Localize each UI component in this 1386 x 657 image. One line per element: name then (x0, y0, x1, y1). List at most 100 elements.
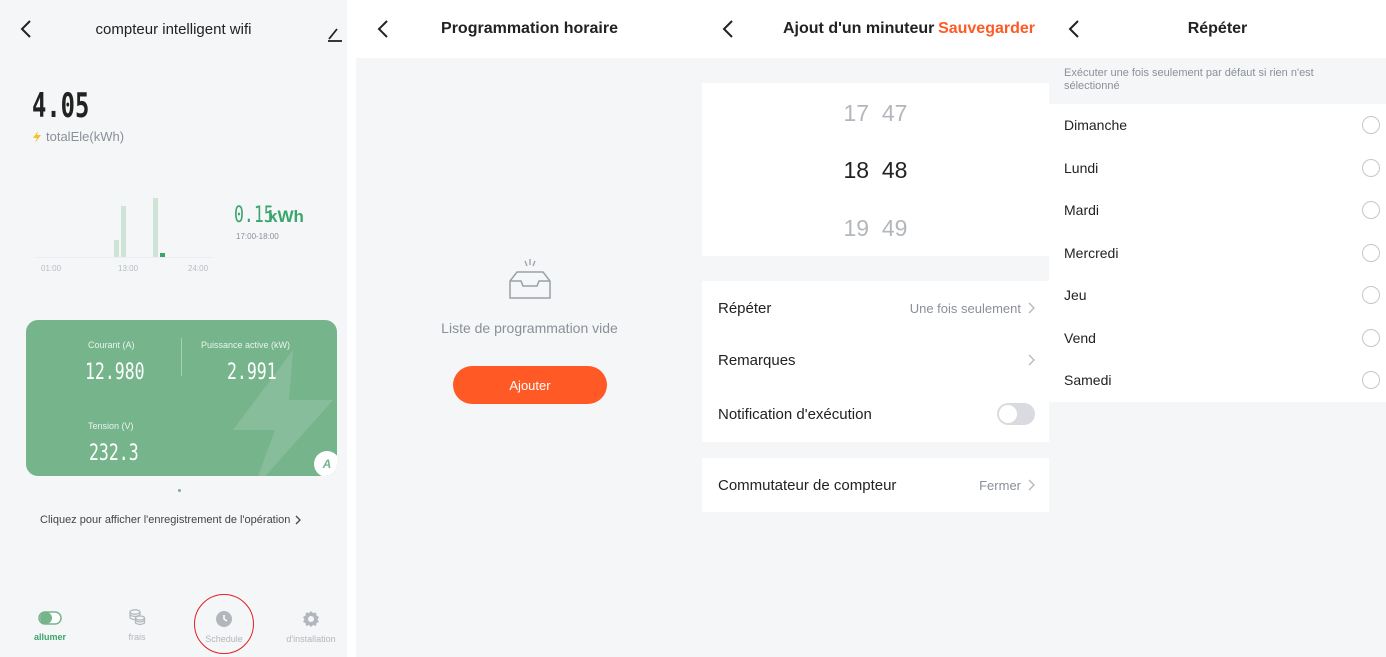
picker-hour: 19 (843, 215, 870, 241)
auto-badge[interactable]: A (314, 451, 337, 476)
picker-row[interactable]: 17 47 (702, 100, 1049, 127)
day-radio[interactable] (1362, 244, 1380, 262)
picker-hour: 17 (843, 100, 870, 126)
chevron-right-icon (295, 515, 302, 525)
page-indicator-dot (178, 489, 181, 492)
chart-reading-value: 0.15 (234, 203, 274, 228)
chart-reading: 0.15 kWh (234, 203, 304, 228)
back-arrow-icon[interactable] (718, 18, 740, 40)
day-radio[interactable] (1362, 116, 1380, 134)
picker-hour: 18 (843, 157, 870, 183)
meter-switch-label: Commutateur de compteur (718, 476, 897, 494)
day-radio[interactable] (1362, 329, 1380, 347)
day-label: Mardi (1064, 202, 1100, 218)
operation-record-link-text: Cliquez pour afficher l'enregistrement d… (40, 514, 291, 526)
meter-switch-value: Fermer (979, 477, 1021, 493)
tab-allumer[interactable]: allumer (15, 610, 85, 642)
day-label: Vend (1064, 330, 1096, 346)
day-radio[interactable] (1362, 201, 1380, 219)
add-schedule-button[interactable]: Ajouter (453, 366, 607, 404)
repeat-title: Répéter (1187, 20, 1248, 37)
meter-title: compteur intelligent wifi (95, 20, 252, 38)
chevron-right-icon (1028, 479, 1035, 491)
day-row[interactable]: Dimanche (1064, 104, 1386, 146)
picker-minute: 48 (881, 157, 908, 183)
x-tick: 13:00 (118, 264, 139, 273)
total-energy-label-row: totalEle(kWh) (32, 129, 124, 144)
day-row[interactable]: Lundi (1064, 147, 1386, 189)
day-row[interactable]: Vend (1064, 317, 1386, 359)
timer-settings-group: Répéter Une fois seulement Remarques Not… (702, 281, 1049, 442)
voltage-value: 232.3 (89, 441, 139, 466)
back-arrow-icon[interactable] (1064, 18, 1086, 40)
repeat-row[interactable]: Répéter Une fois seulement (718, 291, 1035, 325)
picker-minute: 49 (881, 215, 908, 241)
notification-row: Notification d'exécution (718, 397, 1035, 431)
day-radio[interactable] (1362, 159, 1380, 177)
day-row[interactable]: Mardi (1064, 189, 1386, 231)
tab-label: allumer (33, 632, 66, 642)
chart-bar (153, 198, 158, 258)
day-row[interactable]: Jeu (1064, 274, 1386, 316)
day-radio[interactable] (1362, 286, 1380, 304)
voltage-label: Tension (V) (88, 421, 134, 431)
annotation-circle (194, 594, 254, 654)
meter-switch-row[interactable]: Commutateur de compteur Fermer (718, 468, 1035, 502)
time-picker[interactable]: 17 47 18 48 19 49 (702, 83, 1049, 256)
chevron-right-icon (1028, 302, 1035, 314)
notification-label: Notification d'exécution (718, 405, 872, 423)
chart-bar (121, 206, 126, 258)
schedule-header: Programmation horaire (356, 0, 703, 58)
remarks-row[interactable]: Remarques (718, 343, 1035, 377)
day-list: Dimanche Lundi Mardi Mercredi Jeu Vend S… (1049, 104, 1386, 402)
edit-icon[interactable] (327, 26, 343, 42)
empty-inbox-icon (509, 259, 551, 299)
meter-header: compteur intelligent wifi (0, 0, 347, 58)
tab-label: d'installation (286, 634, 336, 644)
schedule-title: Programmation horaire (441, 20, 618, 37)
tab-installation[interactable]: d'installation (276, 610, 346, 644)
lightning-icon (33, 130, 41, 143)
x-tick: 01:00 (41, 264, 62, 273)
chart-baseline (34, 257, 214, 258)
x-tick: 24:00 (188, 264, 209, 273)
back-arrow-icon[interactable] (373, 18, 395, 40)
day-radio[interactable] (1362, 371, 1380, 389)
tab-frais[interactable]: frais (102, 608, 172, 642)
picker-row[interactable]: 19 49 (702, 215, 1049, 242)
day-label: Lundi (1064, 160, 1099, 176)
coins-icon (129, 609, 146, 626)
notification-toggle[interactable] (997, 403, 1035, 425)
add-timer-screen: Ajout d'un minuteur Sauvegarder 17 47 18… (702, 0, 1049, 657)
remarks-label: Remarques (718, 351, 796, 369)
meter-switch-group: Commutateur de compteur Fermer (702, 458, 1049, 512)
toggle-icon (38, 611, 62, 625)
gear-icon (303, 611, 319, 627)
timer-title: Ajout d'un minuteur (783, 20, 935, 37)
picker-minute: 47 (881, 100, 908, 126)
repeat-label: Répéter (718, 299, 772, 317)
stats-card[interactable]: Courant (A) 12.980 Puissance active (kW)… (26, 320, 337, 476)
picker-row-selected[interactable]: 18 48 (702, 157, 1049, 184)
chart-reading-range: 17:00-18:00 (236, 232, 279, 241)
operation-record-link[interactable]: Cliquez pour afficher l'enregistrement d… (40, 514, 302, 526)
total-energy-value: 4.05 (32, 86, 90, 126)
day-row[interactable]: Mercredi (1064, 232, 1386, 274)
energy-chart (34, 190, 214, 258)
power-value: 2.991 (227, 360, 277, 385)
tab-label: frais (128, 632, 146, 642)
card-divider (181, 338, 182, 376)
day-label: Dimanche (1064, 117, 1128, 133)
power-label: Puissance active (kW) (201, 340, 291, 350)
bottom-tab-bar: allumer frais Schedule d'installation (0, 600, 347, 657)
day-row[interactable]: Samedi (1064, 359, 1386, 401)
back-arrow-icon[interactable] (16, 18, 38, 40)
save-button[interactable]: Sauvegarder (938, 20, 1035, 38)
repeat-value: Une fois seulement (909, 300, 1021, 316)
total-energy-label: totalEle(kWh) (46, 129, 125, 144)
meter-screen: compteur intelligent wifi 4.05 totalEle(… (0, 0, 347, 657)
chart-bar (114, 240, 119, 258)
chevron-right-icon (1028, 354, 1035, 366)
current-label: Courant (A) (88, 340, 135, 350)
repeat-header: Répéter (1049, 0, 1386, 58)
